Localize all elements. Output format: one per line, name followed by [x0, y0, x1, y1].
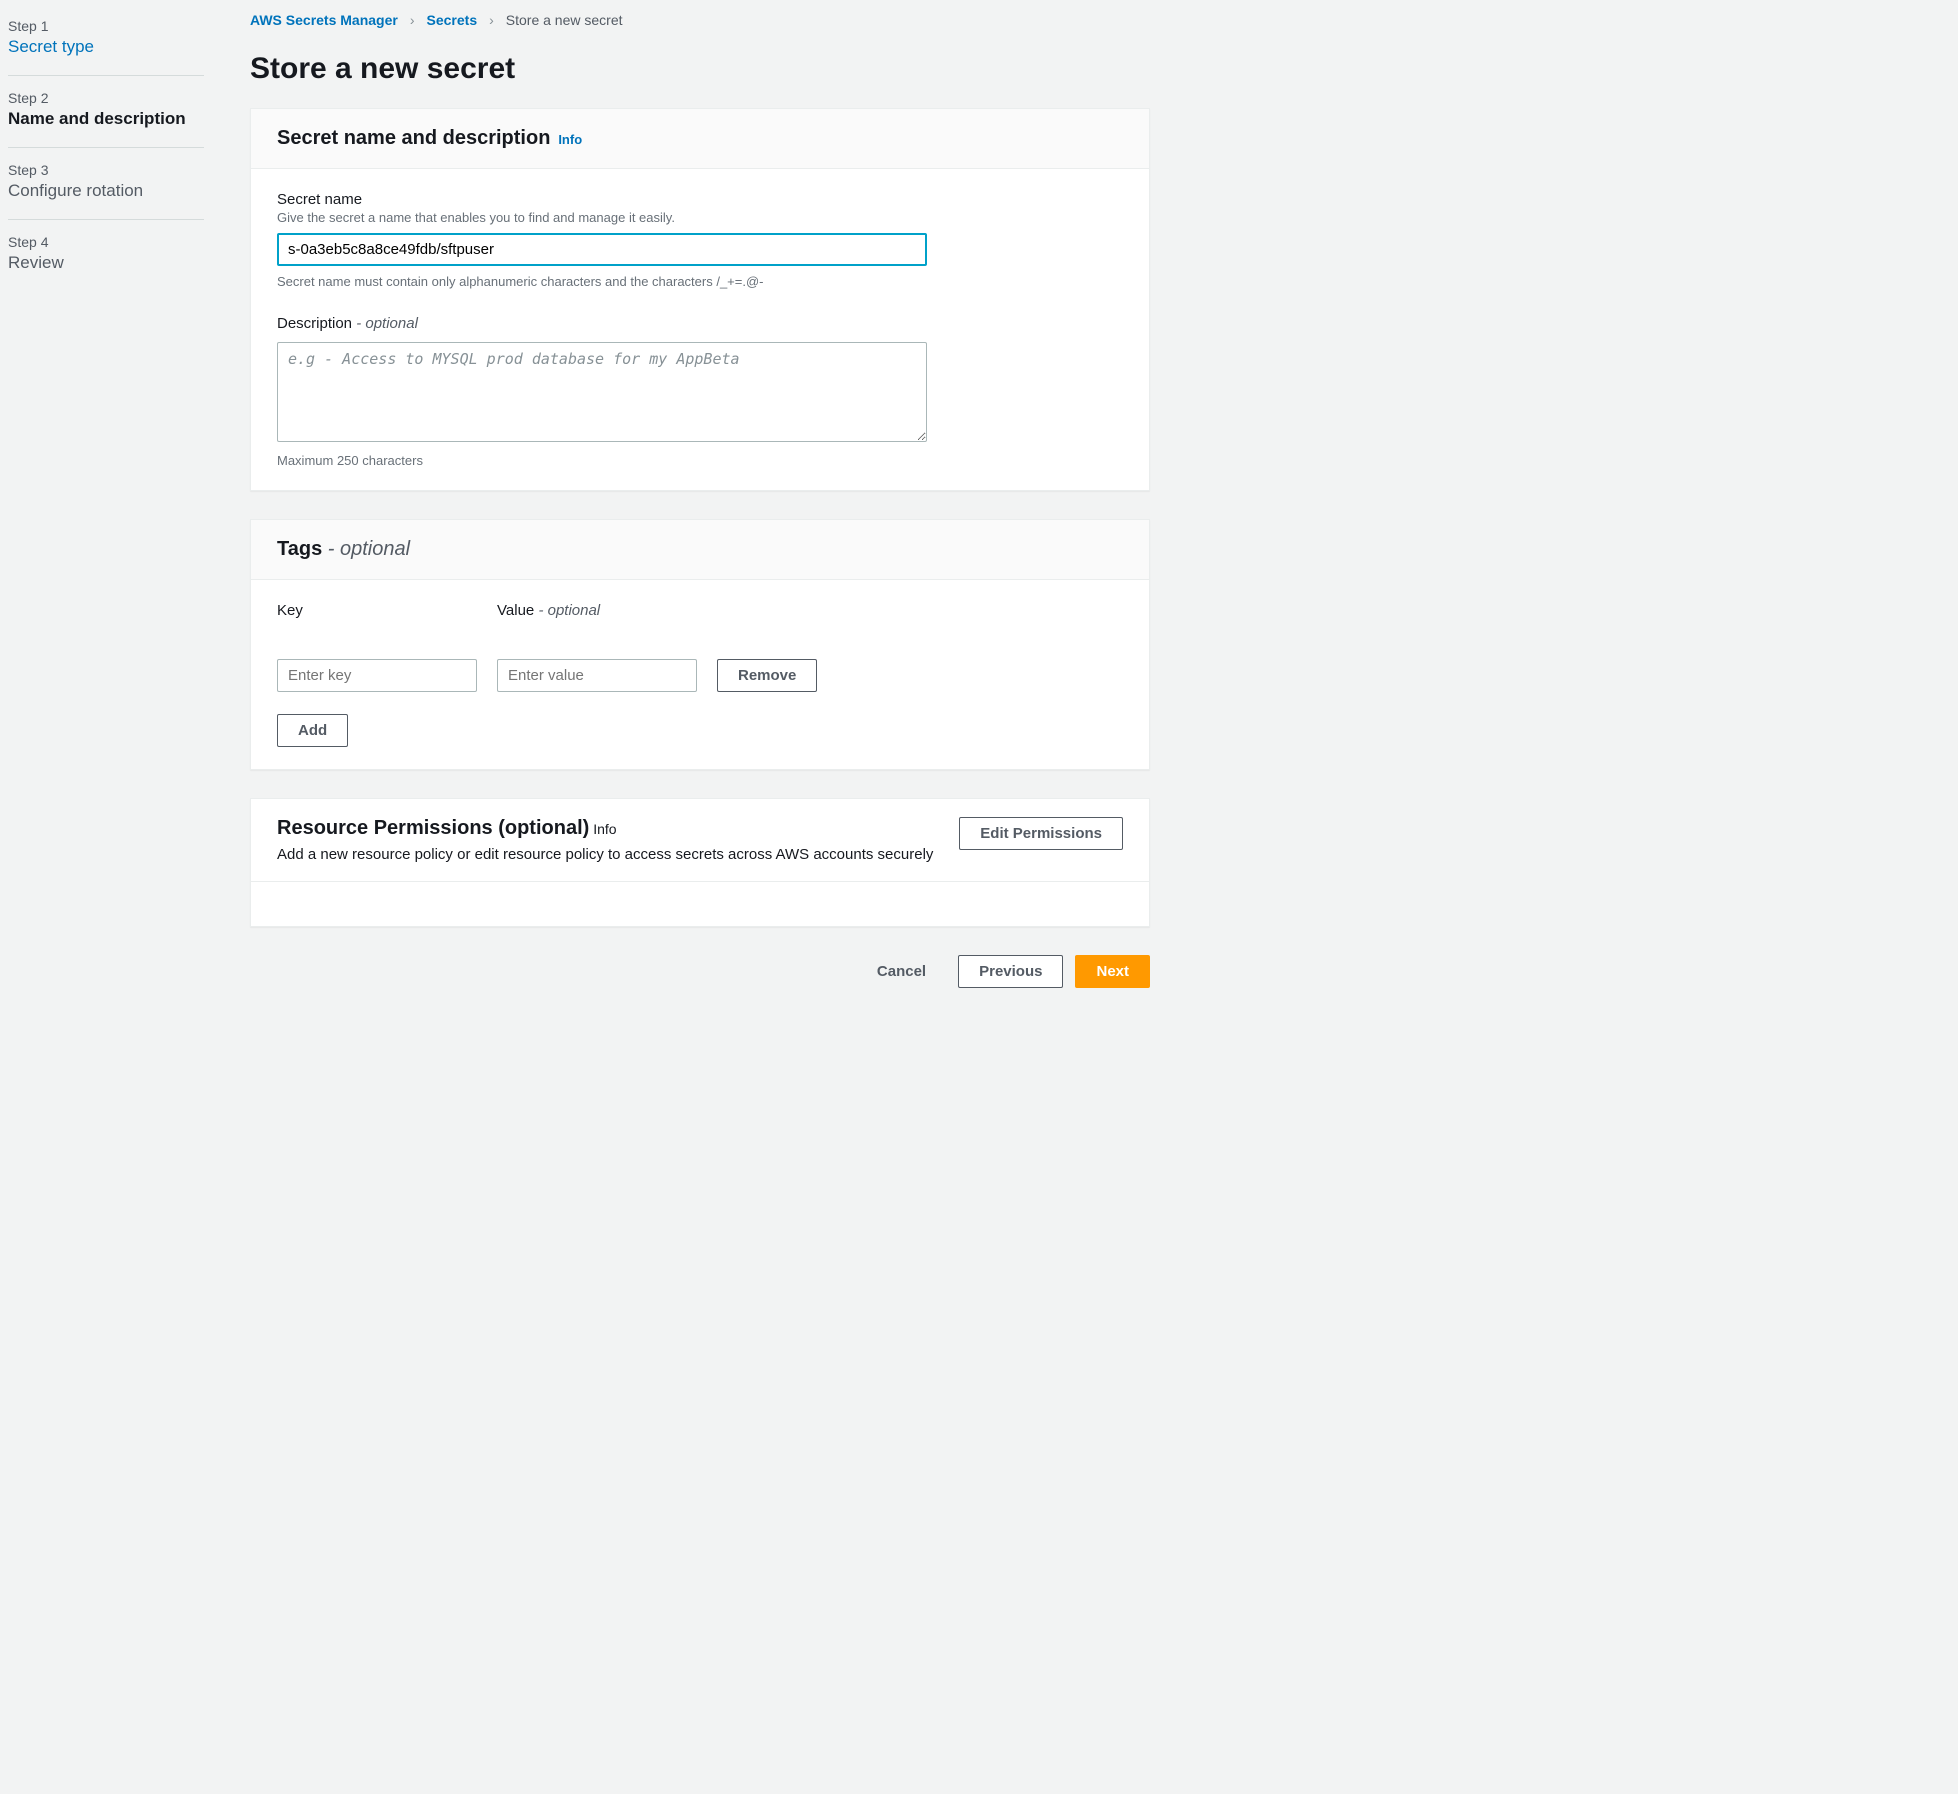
step-title: Review — [8, 252, 204, 275]
step-review[interactable]: Step 4 Review — [8, 230, 204, 291]
step-secret-type[interactable]: Step 1 Secret type — [8, 14, 204, 76]
breadcrumb-root-link[interactable]: AWS Secrets Manager — [250, 12, 398, 28]
breadcrumb-secrets-link[interactable]: Secrets — [427, 12, 478, 28]
info-link[interactable]: Info — [558, 132, 582, 147]
panel-resource-permissions: Resource Permissions (optional) Info Add… — [250, 798, 1150, 927]
step-configure-rotation[interactable]: Step 3 Configure rotation — [8, 158, 204, 220]
step-title: Name and description — [8, 108, 204, 131]
step-label: Step 2 — [8, 90, 204, 106]
tag-key-label: Key — [277, 602, 477, 619]
add-tag-button[interactable]: Add — [277, 714, 348, 747]
step-label: Step 1 — [8, 18, 204, 34]
description-constraint: Maximum 250 characters — [277, 453, 1123, 468]
step-title: Configure rotation — [8, 180, 204, 203]
panel-title: Tags - optional — [277, 538, 410, 560]
panel-name-description: Secret name and description Info Secret … — [250, 108, 1150, 491]
breadcrumb: AWS Secrets Manager › Secrets › Store a … — [250, 12, 1150, 28]
breadcrumb-current: Store a new secret — [506, 12, 623, 28]
page-title: Store a new secret — [250, 52, 1150, 86]
step-name-description[interactable]: Step 2 Name and description — [8, 86, 204, 148]
previous-button[interactable]: Previous — [958, 955, 1063, 988]
secret-name-help: Give the secret a name that enables you … — [277, 210, 1123, 225]
wizard-sidebar: Step 1 Secret type Step 2 Name and descr… — [0, 0, 220, 1794]
tag-key-input[interactable] — [277, 659, 477, 692]
main-content: AWS Secrets Manager › Secrets › Store a … — [220, 0, 1180, 1794]
tag-value-input[interactable] — [497, 659, 697, 692]
description-textarea[interactable] — [277, 342, 927, 442]
description-label: Description - optional — [277, 315, 1123, 332]
info-link[interactable]: Info — [593, 821, 616, 837]
step-title: Secret type — [8, 36, 204, 59]
field-secret-name: Secret name Give the secret a name that … — [277, 191, 1123, 289]
permissions-body — [251, 881, 1149, 926]
cancel-button[interactable]: Cancel — [857, 956, 946, 987]
panel-title: Resource Permissions (optional) — [277, 817, 589, 839]
chevron-right-icon: › — [489, 12, 494, 28]
next-button[interactable]: Next — [1075, 955, 1150, 988]
secret-name-constraint: Secret name must contain only alphanumer… — [277, 274, 1123, 289]
secret-name-input[interactable] — [277, 233, 927, 266]
chevron-right-icon: › — [410, 12, 415, 28]
tag-value-label: Value - optional — [497, 602, 697, 619]
panel-title: Secret name and description — [277, 127, 550, 149]
step-label: Step 3 — [8, 162, 204, 178]
wizard-footer: Cancel Previous Next — [250, 955, 1150, 988]
secret-name-label: Secret name — [277, 191, 1123, 208]
panel-tags: Tags - optional Key Value - optional — [250, 519, 1150, 770]
step-label: Step 4 — [8, 234, 204, 250]
permissions-subtext: Add a new resource policy or edit resour… — [277, 846, 939, 863]
edit-permissions-button[interactable]: Edit Permissions — [959, 817, 1123, 850]
field-description: Description - optional Maximum 250 chara… — [277, 315, 1123, 468]
remove-tag-button[interactable]: Remove — [717, 659, 817, 692]
